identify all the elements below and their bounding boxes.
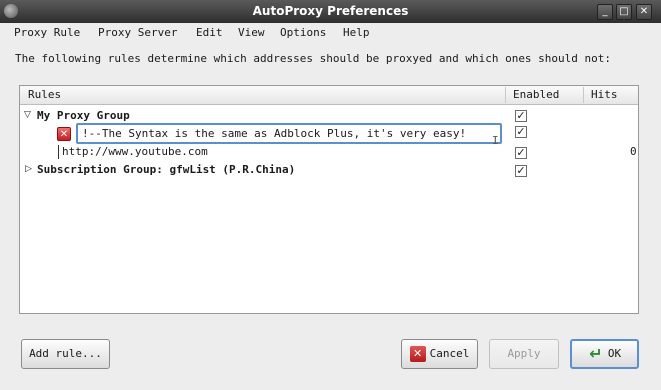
cancel-icon: ✕ bbox=[409, 346, 426, 362]
column-hits[interactable]: Hits bbox=[591, 88, 618, 101]
add-rule-label: Add rule... bbox=[29, 347, 102, 360]
add-rule-button[interactable]: Add rule... bbox=[21, 339, 110, 369]
description-text: The following rules determine which addr… bbox=[15, 52, 612, 65]
enabled-checkbox[interactable]: ✓ bbox=[515, 147, 527, 159]
menu-help[interactable]: Help bbox=[343, 26, 370, 39]
enabled-checkbox[interactable]: ✓ bbox=[515, 126, 527, 138]
group-label: My Proxy Group bbox=[37, 109, 130, 122]
rules-tree[interactable]: Rules Enabled Hits ▽ My Proxy Group ✓ ✕ … bbox=[19, 85, 639, 314]
cancel-label: Cancel bbox=[429, 347, 470, 360]
tree-row-subscription-group[interactable]: ▷ Subscription Group: gfwList (P.R.China… bbox=[20, 161, 638, 179]
rule-label: http://www.youtube.com bbox=[62, 145, 208, 158]
cancel-button[interactable]: ✕ Cancel bbox=[401, 339, 478, 369]
menu-edit[interactable]: Edit bbox=[196, 26, 223, 39]
collapsed-twisty-icon[interactable]: ▷ bbox=[25, 164, 32, 174]
menu-proxy-server[interactable]: Proxy Server bbox=[98, 26, 177, 39]
group-label: Subscription Group: gfwList (P.R.China) bbox=[37, 163, 296, 176]
tree-row-youtube[interactable]: http://www.youtube.com ✓ 0 bbox=[20, 143, 638, 161]
window-title: AutoProxy Preferences bbox=[252, 4, 409, 18]
column-enabled[interactable]: Enabled bbox=[513, 88, 559, 101]
error-icon: ✕ bbox=[57, 127, 71, 141]
menu-proxy-rule[interactable]: Proxy Rule bbox=[14, 26, 80, 39]
enabled-checkbox[interactable]: ✓ bbox=[515, 165, 527, 177]
ok-arrow-icon: ↵ bbox=[589, 344, 603, 363]
menu-bar: Proxy Rule Proxy Server Edit View Option… bbox=[0, 23, 661, 43]
column-rules[interactable]: Rules bbox=[28, 88, 61, 101]
minimize-icon[interactable]: _ bbox=[597, 4, 613, 20]
menu-view[interactable]: View bbox=[238, 26, 265, 39]
close-icon[interactable]: ✕ bbox=[636, 4, 652, 20]
ok-label: OK bbox=[607, 347, 622, 360]
title-bar[interactable]: AutoProxy Preferences _ □ ✕ bbox=[0, 0, 661, 23]
enabled-checkbox[interactable]: ✓ bbox=[515, 110, 527, 122]
apply-label: Apply bbox=[507, 347, 541, 360]
column-header: Rules Enabled Hits bbox=[20, 86, 638, 105]
maximize-icon[interactable]: □ bbox=[616, 4, 632, 20]
hits-count: 0 bbox=[630, 145, 637, 158]
menu-options[interactable]: Options bbox=[280, 26, 326, 39]
rule-edit-input[interactable] bbox=[82, 126, 492, 141]
expanded-twisty-icon[interactable]: ▽ bbox=[24, 110, 31, 120]
apply-button[interactable]: Apply bbox=[489, 339, 559, 369]
ok-button[interactable]: ↵ OK bbox=[570, 339, 639, 369]
rule-edit-field[interactable] bbox=[76, 123, 502, 144]
